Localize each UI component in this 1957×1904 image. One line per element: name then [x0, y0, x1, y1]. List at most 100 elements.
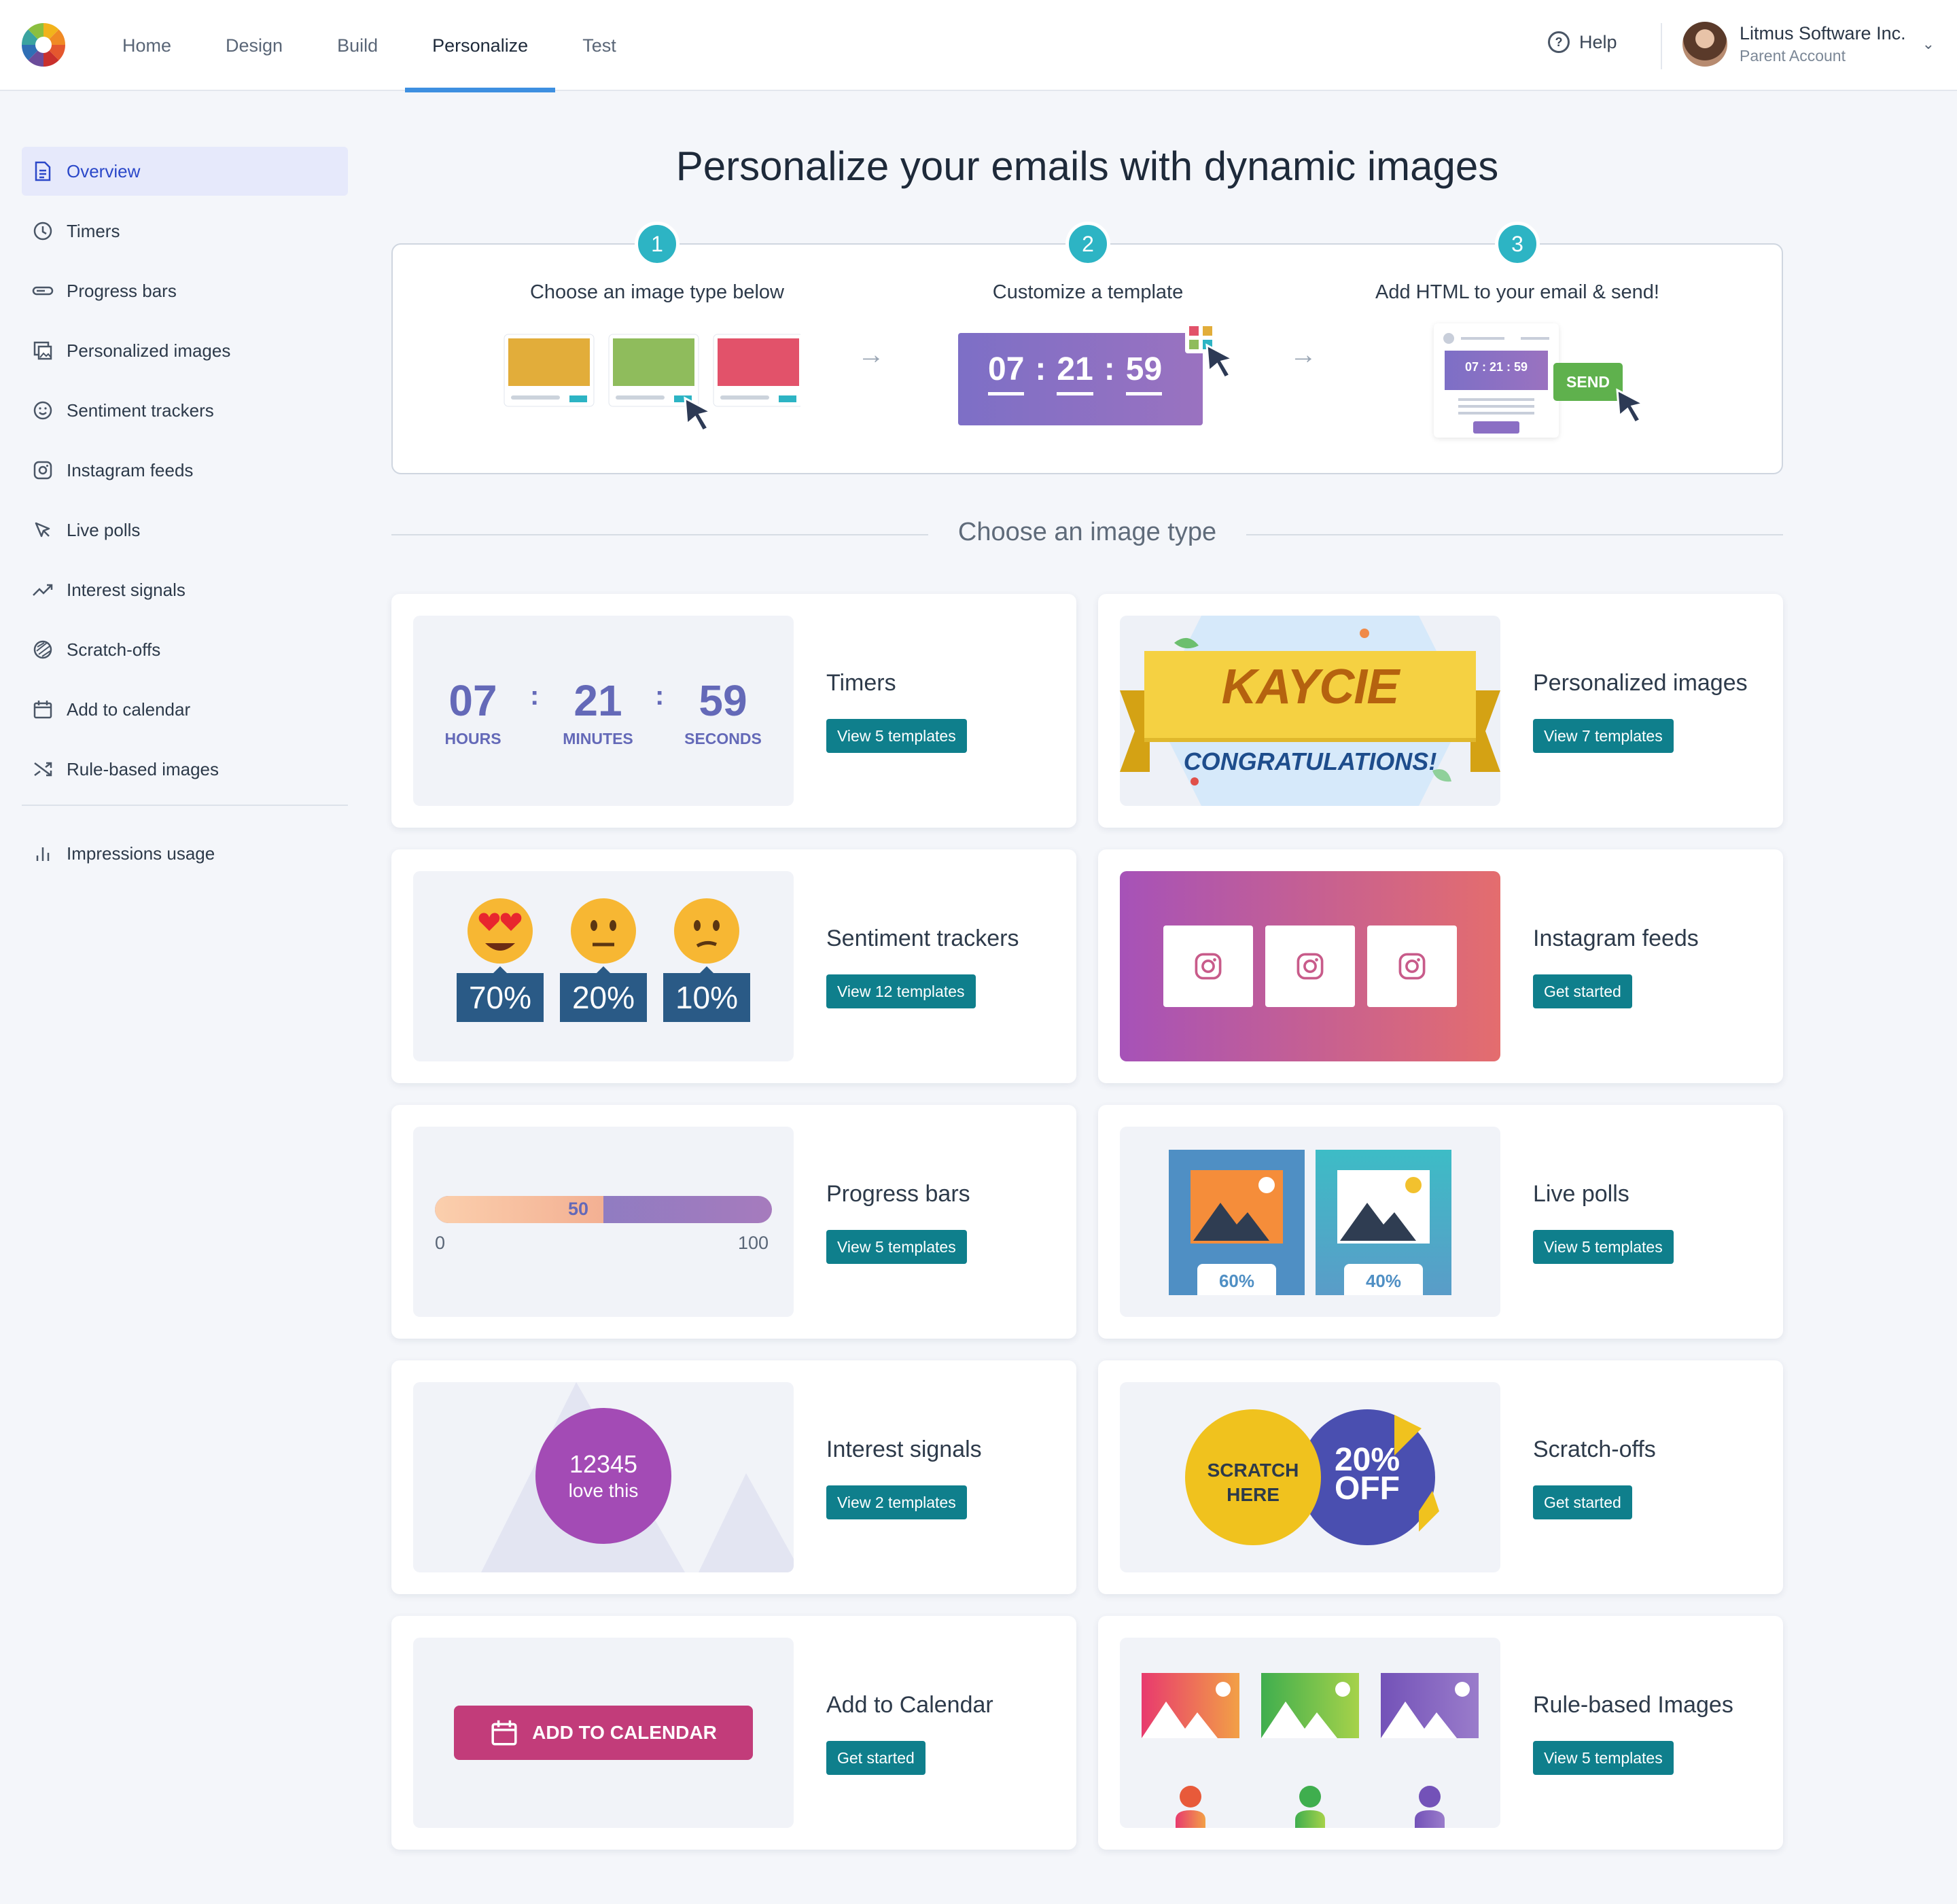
card-progress-bars[interactable]: 50 0 100 Progress bars View 5 templates: [391, 1105, 1076, 1339]
card-sentiment-trackers[interactable]: 70% 20% 10% Sentiment trackers View 12 t…: [391, 849, 1076, 1083]
sidebar-item-impressions-usage[interactable]: Impressions usage: [22, 829, 348, 878]
sidebar-item-label: Sentiment trackers: [67, 400, 214, 421]
sidebar-item-overview[interactable]: Overview: [22, 147, 348, 196]
card-personalized-images[interactable]: KAYCIE CONGRATULATIONS! Personalized ima…: [1098, 594, 1783, 828]
rule-image-3: [1381, 1673, 1479, 1828]
palette-cursor-icon: [1185, 322, 1236, 379]
nav-design[interactable]: Design: [198, 0, 310, 91]
sidebar-item-add-to-calendar[interactable]: Add to calendar: [22, 685, 348, 734]
instagram-icon: [1195, 953, 1222, 980]
view-templates-button[interactable]: View 5 templates: [826, 719, 967, 753]
card-add-to-calendar[interactable]: ADD TO CALENDAR Add to Calendar Get star…: [391, 1616, 1076, 1850]
card-title: Live polls: [1533, 1181, 1629, 1207]
card-scratch-offs[interactable]: SCRATCH HERE 20% OFF Scratch-offs Get st…: [1098, 1360, 1783, 1594]
help-link[interactable]: ? Help: [1548, 31, 1617, 53]
congratulations-text: CONGRATULATIONS!: [1183, 747, 1437, 775]
sidebar-item-label: Interest signals: [67, 579, 186, 600]
view-templates-button[interactable]: View 12 templates: [826, 974, 976, 1008]
scratch-here-text: SCRATCH HERE: [1207, 1460, 1299, 1505]
step2-seconds: 59: [1125, 351, 1163, 395]
sidebar-item-personalized-images[interactable]: Personalized images: [22, 326, 348, 375]
rule-based-illustration: [1142, 1673, 1479, 1828]
page-title: Personalize your emails with dynamic ima…: [675, 143, 1499, 189]
account-name: Litmus Software Inc.: [1740, 23, 1906, 43]
discount-off: OFF: [1335, 1470, 1400, 1506]
card-live-polls[interactable]: 60% 40% Live polls View 5 templates: [1098, 1105, 1783, 1339]
sidebar-item-timers[interactable]: Timers: [22, 207, 348, 255]
sidebar-item-sentiment-trackers[interactable]: Sentiment trackers: [22, 386, 348, 435]
sidebar-item-scratch-offs[interactable]: Scratch-offs: [22, 625, 348, 674]
progress-value: 50: [568, 1199, 589, 1219]
instagram-icon: [1398, 953, 1426, 980]
view-templates-button[interactable]: View 5 templates: [1533, 1230, 1674, 1264]
timer-hours: 07: [448, 676, 497, 725]
personalized-name: KAYCIE: [1221, 660, 1400, 714]
account-menu[interactable]: Litmus Software Inc. Parent Account ⌄: [1682, 22, 1935, 67]
bar-chart-icon: [31, 842, 54, 865]
sidebar-item-label: Progress bars: [67, 280, 177, 301]
progress-bar-icon: [31, 279, 54, 302]
sidebar-item-label: Scratch-offs: [67, 639, 161, 660]
image-placeholder-icon: [1337, 1170, 1430, 1244]
sidebar-item-label: Timers: [67, 220, 120, 241]
poll-percent-b: 40%: [1344, 1264, 1423, 1295]
sidebar-item-live-polls[interactable]: Live polls: [22, 506, 348, 554]
poll-percent-a: 60%: [1197, 1264, 1276, 1295]
view-templates-button[interactable]: View 5 templates: [826, 1230, 967, 1264]
litmus-logo[interactable]: [20, 22, 67, 68]
cursor-arrow-icon: [1616, 388, 1646, 424]
calendar-cta-label: ADD TO CALENDAR: [532, 1722, 717, 1743]
card-title: Instagram feeds: [1533, 925, 1699, 951]
personalized-preview: KAYCIE CONGRATULATIONS!: [1120, 616, 1500, 806]
step1-illustration: [504, 334, 800, 432]
progress-max: 100: [738, 1233, 769, 1253]
timer-seconds-label: SECONDS: [684, 730, 762, 747]
card-timers[interactable]: 07 HOURS : 21 MINUTES : 59 SECONDS Timer…: [391, 594, 1076, 828]
nav-personalize[interactable]: Personalize: [405, 0, 556, 92]
nav-home[interactable]: Home: [95, 0, 198, 91]
sidebar-item-label: Instagram feeds: [67, 459, 194, 480]
get-started-button[interactable]: Get started: [1533, 974, 1632, 1008]
card-interest-signals[interactable]: 12345 love this Interest signals View 2 …: [391, 1360, 1076, 1594]
image-icon: [31, 339, 54, 362]
neutral-emoji: [571, 898, 636, 964]
sidebar-item-instagram-feeds[interactable]: Instagram feeds: [22, 446, 348, 495]
nav-test[interactable]: Test: [555, 0, 643, 91]
interest-subtext: love this: [568, 1480, 639, 1501]
help-label: Help: [1579, 31, 1617, 52]
sidebar-item-progress-bars[interactable]: Progress bars: [22, 266, 348, 315]
instagram-preview: [1120, 871, 1500, 1061]
sidebar-item-rule-based-images[interactable]: Rule-based images: [22, 745, 348, 794]
smiley-icon: [31, 399, 54, 422]
step-label-3: Add HTML to your email & send!: [1375, 281, 1659, 303]
timer-preview: 07 HOURS : 21 MINUTES : 59 SECONDS: [413, 616, 794, 806]
instagram-tile: [1163, 925, 1253, 1007]
scratch-preview: SCRATCH HERE 20% OFF: [1120, 1382, 1500, 1572]
card-title: Sentiment trackers: [826, 925, 1019, 951]
nav-build[interactable]: Build: [310, 0, 405, 91]
card-title: Rule-based Images: [1533, 1692, 1733, 1718]
document-icon: [31, 160, 54, 183]
sidebar-item-label: Personalized images: [67, 340, 231, 361]
view-templates-button[interactable]: View 2 templates: [826, 1485, 967, 1519]
sidebar-divider: [22, 805, 348, 806]
card-rule-based-images[interactable]: Rule-based Images View 5 templates: [1098, 1616, 1783, 1850]
step-label-1: Choose an image type below: [529, 281, 784, 303]
get-started-button[interactable]: Get started: [826, 1741, 925, 1775]
view-templates-button[interactable]: View 7 templates: [1533, 719, 1674, 753]
timer-minutes: 21: [574, 676, 622, 725]
poll-option-a: 60%: [1169, 1150, 1305, 1295]
rule-based-preview: [1120, 1638, 1500, 1828]
sidebar-item-interest-signals[interactable]: Interest signals: [22, 565, 348, 614]
sidebar-item-label: Impressions usage: [67, 843, 215, 864]
card-instagram-feeds[interactable]: Instagram feeds Get started: [1098, 849, 1783, 1083]
get-started-button[interactable]: Get started: [1533, 1485, 1632, 1519]
card-title: Interest signals: [826, 1436, 982, 1462]
step-label-2: Customize a template: [992, 281, 1184, 303]
top-navigation-bar: Home Design Build Personalize Test ? Hel…: [0, 0, 1957, 92]
avatar: [1682, 22, 1727, 67]
section-title: Choose an image type: [957, 518, 1217, 546]
view-templates-button[interactable]: View 5 templates: [1533, 1741, 1674, 1775]
add-to-calendar-cta: ADD TO CALENDAR: [454, 1706, 753, 1760]
arrow-right-icon: →: [1290, 340, 1317, 370]
